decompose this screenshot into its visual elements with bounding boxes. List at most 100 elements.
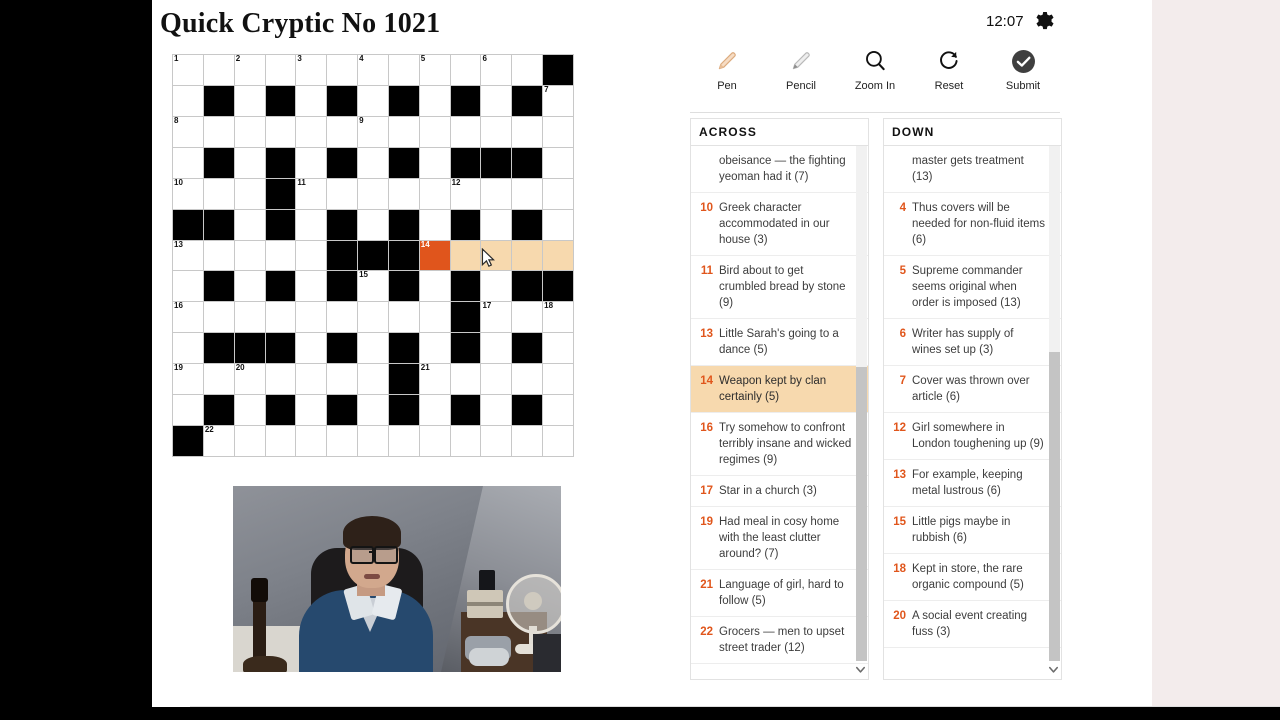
grid-cell[interactable] [296, 209, 327, 240]
grid-cell[interactable] [481, 364, 512, 395]
grid-cell[interactable] [419, 178, 450, 209]
down-clue-item[interactable]: 4 Thus covers will be needed for non-flui… [884, 193, 1061, 256]
grid-cell[interactable] [543, 333, 573, 364]
grid-cell[interactable] [512, 302, 543, 333]
grid-cell[interactable] [296, 333, 327, 364]
grid-cell[interactable]: 12 [450, 178, 481, 209]
grid-cell[interactable] [388, 302, 419, 333]
down-clue-item[interactable]: 6 Writer has supply of wines set up (3) [884, 319, 1061, 366]
grid-cell-highlighted[interactable] [481, 240, 512, 271]
grid-cell[interactable] [173, 147, 203, 178]
down-scrollbar[interactable] [1049, 146, 1060, 661]
grid-cell[interactable] [265, 364, 296, 395]
across-clue-item[interactable]: 10 Greek character accommodated in our ho… [691, 193, 868, 256]
across-clue-item[interactable]: 22 Grocers — men to upset street trader (… [691, 617, 868, 664]
toolbar-button-pencil[interactable]: Pencil [764, 45, 838, 105]
grid-cell[interactable] [419, 85, 450, 116]
grid-cell[interactable] [512, 178, 543, 209]
grid-cell[interactable] [296, 271, 327, 302]
down-clue-item[interactable]: 7 Cover was thrown over article (6) [884, 366, 1061, 413]
grid-cell[interactable]: 2 [234, 54, 265, 85]
grid-cell-active[interactable]: 14 [419, 240, 450, 271]
grid-cell-highlighted[interactable] [450, 240, 481, 271]
grid-cell[interactable] [358, 426, 388, 456]
across-clue-item[interactable]: 17 Star in a church (3) [691, 476, 868, 507]
grid-cell[interactable] [296, 426, 327, 456]
grid-cell[interactable]: 18 [543, 301, 573, 333]
grid-cell[interactable] [296, 85, 327, 116]
grid-cell[interactable] [327, 302, 358, 333]
down-clue-item[interactable]: 18 Kept in store, the rare organic compou… [884, 554, 1061, 601]
grid-cell[interactable] [327, 116, 358, 147]
down-clue-item[interactable]: 20 A social event creating fuss (3) [884, 601, 1061, 648]
grid-cell[interactable] [419, 116, 450, 147]
grid-cell[interactable] [358, 178, 388, 209]
grid-cell[interactable]: 15 [358, 270, 388, 302]
across-scrollbar-thumb[interactable] [856, 367, 867, 661]
grid-cell[interactable] [419, 302, 450, 333]
grid-cell[interactable] [358, 364, 388, 395]
grid-cell[interactable] [419, 209, 450, 240]
grid-cell[interactable] [543, 395, 573, 426]
toolbar-button-submit[interactable]: Submit [986, 45, 1060, 105]
toolbar-button-reset[interactable]: Reset [912, 45, 986, 105]
grid-cell[interactable] [481, 333, 512, 364]
grid-cell[interactable]: 17 [481, 301, 512, 333]
grid-cell[interactable]: 20 [234, 363, 265, 395]
grid-cell[interactable] [327, 364, 358, 395]
grid-cell[interactable] [173, 395, 203, 426]
grid-cell[interactable] [203, 178, 234, 209]
grid-cell[interactable]: 3 [296, 54, 327, 85]
grid-cell[interactable] [419, 426, 450, 456]
grid-cell[interactable]: 13 [173, 240, 203, 271]
grid-cell[interactable] [234, 209, 265, 240]
grid-cell[interactable] [234, 178, 265, 209]
grid-cell[interactable] [234, 116, 265, 147]
grid-cell[interactable] [358, 395, 388, 426]
down-clue-item[interactable]: 13 For example, keeping metal lustrous (6… [884, 460, 1061, 507]
grid-cell[interactable] [512, 364, 543, 395]
grid-cell[interactable] [388, 426, 419, 456]
grid-cell[interactable] [450, 55, 481, 85]
grid-cell[interactable]: 21 [419, 363, 450, 395]
grid-cell[interactable] [234, 395, 265, 426]
grid-cell[interactable] [481, 426, 512, 456]
across-clue-item[interactable]: 16 Try somehow to confront terribly insan… [691, 413, 868, 476]
grid-cell[interactable] [173, 333, 203, 364]
down-clue-item[interactable]: 12 Girl somewhere in London toughening up… [884, 413, 1061, 460]
grid-cell[interactable]: 16 [173, 301, 203, 333]
grid-cell[interactable]: 5 [419, 54, 450, 85]
down-clue-item[interactable]: 5 Supreme commander seems original when o… [884, 256, 1061, 319]
grid-cell[interactable] [450, 364, 481, 395]
grid-cell[interactable]: 22 [203, 425, 234, 456]
grid-cell[interactable] [543, 209, 573, 240]
grid-cell[interactable] [203, 55, 234, 85]
grid-cell[interactable] [327, 55, 358, 85]
grid-cell[interactable] [481, 85, 512, 116]
grid-cell[interactable] [296, 240, 327, 271]
across-scrollbar[interactable] [856, 146, 867, 661]
grid-cell[interactable]: 11 [296, 178, 327, 209]
grid-cell[interactable] [234, 240, 265, 271]
grid-cell[interactable] [481, 178, 512, 209]
across-clue-item[interactable]: 13 Little Sarah's going to a dance (5) [691, 319, 868, 366]
down-clue-list[interactable]: master gets treatment (13) 4 Thus covers w… [884, 146, 1061, 679]
grid-cell[interactable] [543, 116, 573, 147]
grid-cell[interactable] [265, 240, 296, 271]
toolbar-button-pen[interactable]: Pen [690, 45, 764, 105]
grid-cell[interactable] [543, 178, 573, 209]
grid-cell[interactable]: 4 [358, 54, 388, 85]
grid-cell[interactable] [203, 116, 234, 147]
grid-cell[interactable] [543, 364, 573, 395]
grid-cell[interactable] [512, 116, 543, 147]
grid-cell[interactable] [358, 302, 388, 333]
grid-cell[interactable] [234, 85, 265, 116]
grid-cell[interactable] [234, 271, 265, 302]
grid-cell-highlighted[interactable] [543, 240, 573, 271]
grid-cell[interactable] [419, 333, 450, 364]
grid-cell[interactable] [173, 271, 203, 302]
grid-cell[interactable] [388, 178, 419, 209]
grid-cell[interactable] [265, 55, 296, 85]
grid-cell[interactable] [358, 209, 388, 240]
across-clue-item[interactable]: 19 Had meal in cosy home with the least c… [691, 507, 868, 570]
